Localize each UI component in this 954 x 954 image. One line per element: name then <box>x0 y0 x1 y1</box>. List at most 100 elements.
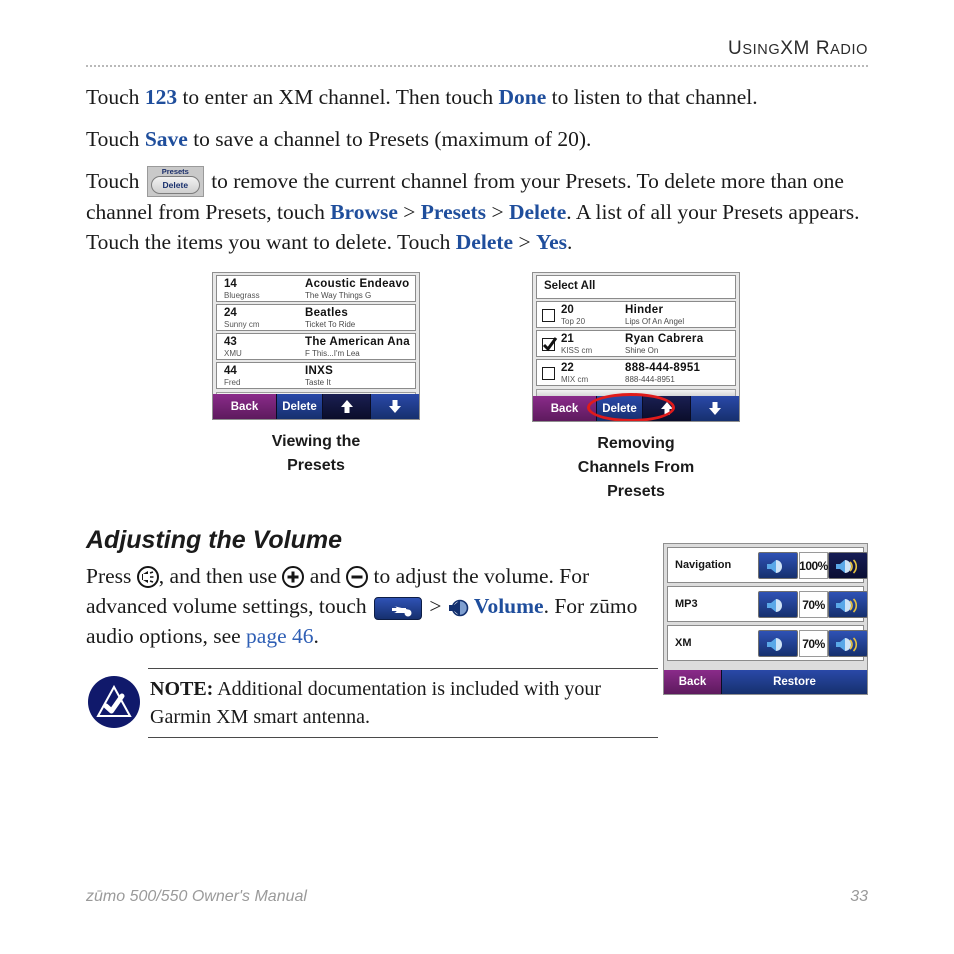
channel-category: KISS cm <box>561 346 593 355</box>
p3-text-a: Touch <box>86 169 145 193</box>
keyword-save: Save <box>144 127 188 151</box>
keyword-done: Done <box>498 85 547 109</box>
p1-text-b: to enter an XM channel. Then touch <box>177 85 499 109</box>
channel-artist: Beatles <box>305 307 349 319</box>
header-title: USINGXM RADIO <box>728 38 868 59</box>
volume-up-button[interactable] <box>828 552 867 579</box>
volume-down-icon <box>767 638 782 651</box>
keyword-123: 123 <box>144 85 178 109</box>
volume-value: 100% <box>799 552 828 579</box>
channel-song: Lips Of An Angel <box>625 317 685 326</box>
p3-sep-3: > <box>513 230 536 254</box>
list-item[interactable]: 22 MIX cm 888-444-8951 888-444-8951 <box>536 359 736 386</box>
caption-line: Presets <box>607 483 665 500</box>
list-item[interactable]: 43 XMU The American Ana F This...I'm Lea <box>216 333 416 360</box>
wrench-button-icon <box>374 597 422 620</box>
keyword-volume: Volume <box>473 594 544 618</box>
down-arrow-icon <box>709 402 721 415</box>
back-button[interactable]: Back <box>664 670 722 694</box>
p2-text-b: to save a channel to Presets (maximum of… <box>187 127 592 151</box>
back-button[interactable]: Back <box>533 396 597 421</box>
volume-button-bar: Back Restore <box>664 670 867 694</box>
delete-button[interactable]: Delete <box>597 396 643 421</box>
presets-delete-button-icon: Presets Delete <box>146 166 204 197</box>
volume-down-button[interactable] <box>758 630 798 657</box>
channel-artist: Ryan Cabrera <box>625 333 704 345</box>
caption-line: Presets <box>287 457 345 474</box>
checkbox-unchecked[interactable] <box>542 367 555 380</box>
delete-button[interactable]: Delete <box>277 394 323 419</box>
caption-line: Removing <box>597 435 675 452</box>
up-arrow-icon <box>340 400 353 413</box>
checkmark-icon <box>542 337 558 352</box>
caption-line: Viewing the <box>271 433 361 450</box>
device-screenshot-viewing-presets: 14 Bluegrass Acoustic Endeavo The Way Th… <box>212 272 420 420</box>
volume-value: 70% <box>799 630 828 657</box>
paragraph-3: Touch Presets Delete to remove the curren… <box>86 166 868 257</box>
scroll-up-button[interactable] <box>643 396 691 421</box>
volume-down-button[interactable] <box>758 591 798 618</box>
list-item[interactable]: 21 KISS cm Ryan Cabrera Shine On <box>536 330 736 357</box>
volume-row-mp3: MP3 70% <box>667 586 867 622</box>
channel-song: The Way Things G <box>305 291 372 300</box>
keyword-browse: Browse <box>330 200 398 224</box>
back-button[interactable]: Back <box>213 394 277 419</box>
scroll-down-button[interactable] <box>371 394 419 419</box>
note-label: NOTE: <box>150 678 214 700</box>
adjusting-volume-section: Adjusting the Volume Press , and then us… <box>86 526 666 663</box>
page-footer: zūmo 500/550 Owner's Manual 33 <box>86 888 868 906</box>
volume-up-icon <box>836 637 858 652</box>
volume-value: 70% <box>799 591 828 618</box>
scroll-down-button[interactable] <box>691 396 739 421</box>
device-screenshot-removing-channels: Select All 20 Top 20 Hinder Lips Of An A… <box>532 272 740 422</box>
channel-song: Ticket To Ride <box>305 320 356 329</box>
delete-label: Delete <box>150 176 200 194</box>
channel-number: 44 <box>224 365 237 377</box>
device-screenshot-volume-settings: Navigation 100% MP3 70% XM 70% Back Rest… <box>663 543 868 695</box>
volume-row-xm: XM 70% <box>667 625 867 661</box>
list-item[interactable]: 44 Fred INXS Taste It <box>216 362 416 389</box>
list-item[interactable]: 24 Sunny cm Beatles Ticket To Ride <box>216 304 416 331</box>
volume-down-button[interactable] <box>758 552 798 579</box>
note-text: NOTE: Additional documentation is includ… <box>148 675 658 731</box>
list-item[interactable]: 20 Top 20 Hinder Lips Of An Angel <box>536 301 736 328</box>
select-all-row[interactable]: Select All <box>536 275 736 299</box>
link-page-46[interactable]: page 46 <box>246 624 313 648</box>
screenshot-figures: 14 Bluegrass Acoustic Endeavo The Way Th… <box>86 272 868 512</box>
scroll-up-button[interactable] <box>323 394 371 419</box>
preset-list: 14 Bluegrass Acoustic Endeavo The Way Th… <box>213 273 419 389</box>
channel-category: MIX cm <box>561 375 589 384</box>
keyword-yes: Yes <box>535 230 568 254</box>
volume-up-button[interactable] <box>828 630 867 657</box>
volume-up-icon <box>836 598 858 613</box>
device-button-bar: Back Delete <box>533 396 739 421</box>
channel-artist: Hinder <box>625 304 664 316</box>
vol-text-2: , and then use <box>158 564 283 588</box>
keyword-delete-2: Delete <box>455 230 514 254</box>
minus-circle-icon <box>346 566 369 588</box>
list-item[interactable]: 14 Bluegrass Acoustic Endeavo The Way Th… <box>216 275 416 302</box>
channel-number: 20 <box>561 304 574 316</box>
section-heading-adjusting-the-volume: Adjusting the Volume <box>86 526 343 554</box>
channel-category: Bluegrass <box>224 291 260 300</box>
checkbox-unchecked[interactable] <box>542 309 555 322</box>
p1-text-a: Touch <box>86 85 145 109</box>
paragraph-2: Touch Save to save a channel to Presets … <box>86 124 868 154</box>
restore-button[interactable]: Restore <box>722 670 867 694</box>
checkbox-checked[interactable] <box>542 337 558 352</box>
body-content: Touch 123 to enter an XM channel. Then t… <box>86 82 868 269</box>
channel-artist: 888-444-8951 <box>625 362 701 374</box>
channel-artist: INXS <box>305 365 334 377</box>
volume-row-label: XM <box>675 637 692 649</box>
channel-number: 24 <box>224 307 237 319</box>
page-header: USINGXM RADIO <box>86 38 868 67</box>
plus-circle-icon <box>282 566 305 588</box>
p3-sep-1: > <box>397 200 421 224</box>
channel-number: 14 <box>224 278 237 290</box>
select-all-label: Select All <box>544 280 596 292</box>
footer-page-number: 33 <box>850 888 868 905</box>
volume-down-icon <box>767 599 782 612</box>
channel-category: XMU <box>224 349 242 358</box>
volume-up-button[interactable] <box>828 591 867 618</box>
note-body: Additional documentation is included wit… <box>150 678 602 728</box>
